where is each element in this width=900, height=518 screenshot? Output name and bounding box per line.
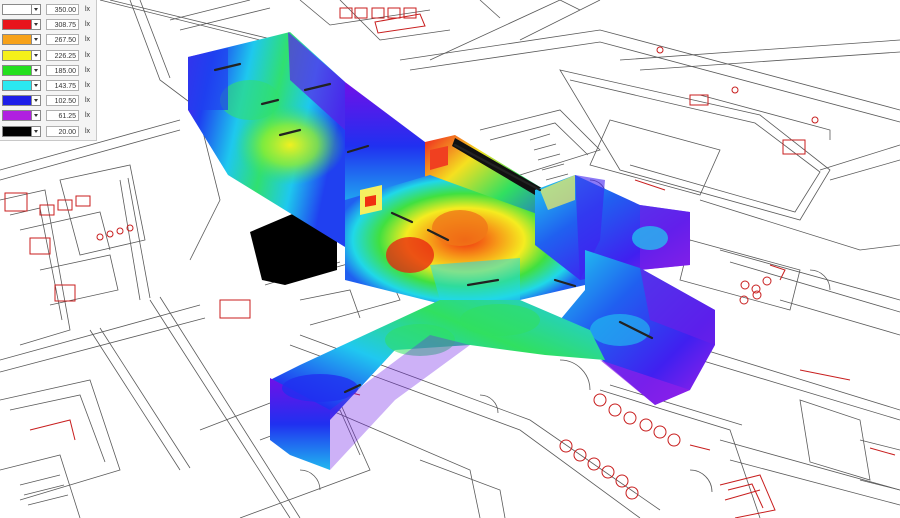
chevron-down-icon xyxy=(34,68,38,72)
color-swatch xyxy=(3,5,32,15)
color-swatch xyxy=(3,126,32,136)
color-dropdown[interactable] xyxy=(2,34,41,46)
sink-symbols xyxy=(559,393,681,500)
3d-viewport[interactable] xyxy=(0,0,900,518)
color-swatch xyxy=(3,81,32,91)
color-dropdown[interactable] xyxy=(2,19,41,31)
color-swatch xyxy=(3,20,32,30)
value-field[interactable]: 61.25 xyxy=(46,110,79,122)
legend-row: 185.00 lx xyxy=(0,63,96,78)
unit-label: lx xyxy=(85,36,91,44)
color-swatch xyxy=(3,35,32,45)
chevron-down-icon xyxy=(34,8,38,12)
chevron-down-icon xyxy=(34,99,38,103)
color-dropdown[interactable] xyxy=(2,49,41,61)
value-field[interactable]: 102.50 xyxy=(46,95,79,107)
value-field[interactable]: 20.00 xyxy=(46,125,79,137)
unit-label: lx xyxy=(85,127,91,135)
value-field[interactable]: 350.00 xyxy=(46,4,79,16)
legend-row: 350.00 lx xyxy=(0,2,96,17)
legend-row: 61.25 lx xyxy=(0,108,96,123)
color-dropdown[interactable] xyxy=(2,4,41,16)
value-field[interactable]: 143.75 xyxy=(46,80,79,92)
legend-row: 308.75 lx xyxy=(0,17,96,32)
color-dropdown[interactable] xyxy=(2,95,41,107)
unit-label: lx xyxy=(85,112,91,120)
value-field[interactable]: 267.50 xyxy=(46,34,79,46)
color-swatch xyxy=(3,96,32,106)
legend-row: 143.75 lx xyxy=(0,78,96,93)
chevron-down-icon xyxy=(34,129,38,133)
value-field[interactable]: 308.75 xyxy=(46,19,79,31)
legend-row: 267.50 lx xyxy=(0,32,96,47)
unit-label: lx xyxy=(85,66,91,74)
legend-row: 20.00 lx xyxy=(0,124,96,139)
legend-row: 226.25 lx xyxy=(0,48,96,63)
unit-label: lx xyxy=(85,6,91,14)
unit-label: lx xyxy=(85,82,91,90)
value-field[interactable]: 226.25 xyxy=(46,49,79,61)
color-dropdown[interactable] xyxy=(2,80,41,92)
color-dropdown[interactable] xyxy=(2,125,41,137)
color-dropdown[interactable] xyxy=(2,64,41,76)
unit-label: lx xyxy=(85,51,91,59)
unit-label: lx xyxy=(85,21,91,29)
illuminance-legend: 350.00 lx 308.75 lx 267.50 lx 226.25 lx … xyxy=(0,0,97,141)
value-field[interactable]: 185.00 xyxy=(46,64,79,76)
legend-row: 102.50 lx xyxy=(0,93,96,108)
color-swatch xyxy=(3,111,32,121)
color-swatch xyxy=(3,65,32,75)
chevron-down-icon xyxy=(34,114,38,118)
unit-label: lx xyxy=(85,97,91,105)
chevron-down-icon xyxy=(34,53,38,57)
color-swatch xyxy=(3,50,32,60)
color-dropdown[interactable] xyxy=(2,110,41,122)
chevron-down-icon xyxy=(34,23,38,27)
chevron-down-icon xyxy=(34,84,38,88)
chevron-down-icon xyxy=(34,38,38,42)
